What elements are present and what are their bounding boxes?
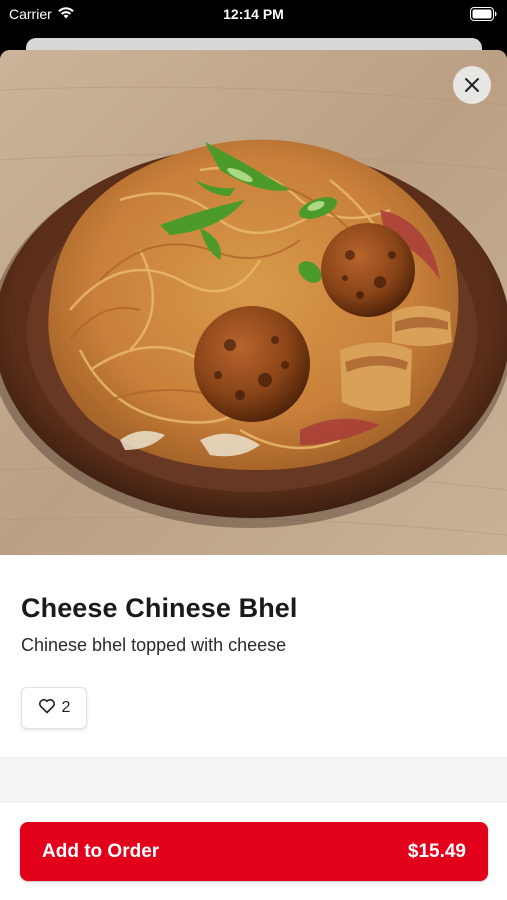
close-button[interactable] (453, 66, 491, 104)
close-icon (464, 77, 480, 93)
item-photo (0, 50, 507, 555)
item-title: Cheese Chinese Bhel (21, 593, 298, 623)
item-info: Cheese Chinese Bhel Chinese bhel topped … (0, 555, 507, 757)
add-to-order-button[interactable]: Add to Order $15.49 (20, 822, 488, 881)
item-description: Chinese bhel topped with cheese (21, 635, 287, 655)
item-price: $15.49 (407, 840, 466, 862)
like-count: 2 (61, 699, 71, 716)
section-divider (0, 757, 507, 802)
like-button[interactable]: 2 (21, 687, 87, 729)
status-bar: Carrier 12:14 PM (0, 0, 507, 30)
heart-icon (38, 698, 56, 719)
battery-icon (470, 7, 497, 24)
item-detail-modal: Cheese Chinese Bhel Chinese bhel topped … (0, 50, 507, 900)
add-to-order-label: Add to Order (42, 840, 160, 862)
order-footer: Add to Order $15.49 (0, 802, 507, 900)
status-time: 12:14 PM (223, 6, 284, 22)
